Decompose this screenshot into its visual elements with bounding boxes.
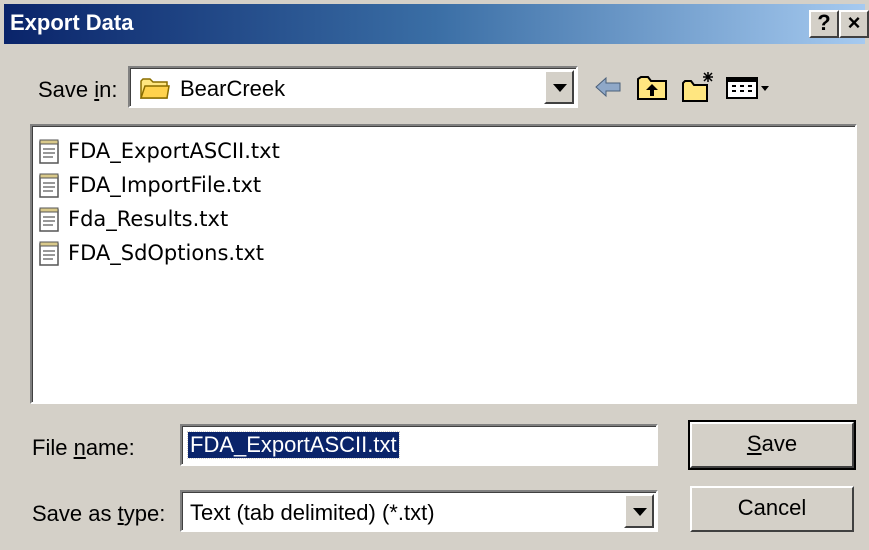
- file-name-value: FDA_ExportASCII.txt: [187, 431, 400, 459]
- save-button[interactable]: Save: [688, 420, 856, 470]
- help-button[interactable]: ?: [809, 10, 839, 38]
- text-file-icon: [39, 207, 59, 232]
- views-menu-icon[interactable]: [724, 70, 774, 104]
- title-bar[interactable]: Export Data ? ×: [4, 4, 869, 44]
- dialog-title: Export Data: [10, 10, 134, 35]
- file-name: FDA_SdOptions.txt: [68, 241, 265, 265]
- export-data-dialog: Export Data ? × Save in: BearCreek FDA_E…: [0, 0, 869, 550]
- chevron-down-icon[interactable]: [544, 70, 574, 104]
- text-file-icon: [39, 173, 59, 198]
- file-name-input[interactable]: FDA_ExportASCII.txt: [180, 424, 658, 466]
- file-list[interactable]: FDA_ExportASCII.txt FDA_ImportFile.txt F…: [30, 124, 857, 404]
- cancel-button[interactable]: Cancel: [690, 486, 854, 532]
- save-as-type-label: Save as type:: [32, 501, 166, 526]
- save-as-type-dropdown[interactable]: Text (tab delimited) (*.txt): [180, 490, 658, 532]
- text-file-icon: [39, 241, 59, 266]
- close-button[interactable]: ×: [839, 10, 869, 38]
- save-as-type-value: Text (tab delimited) (*.txt): [190, 500, 435, 525]
- save-in-value: BearCreek: [180, 76, 286, 101]
- back-icon[interactable]: [590, 70, 626, 104]
- chevron-down-icon[interactable]: [624, 494, 654, 528]
- text-file-icon: [39, 139, 59, 164]
- file-name-label: File name:: [32, 435, 135, 460]
- save-in-label: Save in:: [38, 77, 118, 102]
- file-name: FDA_ImportFile.txt: [68, 173, 262, 197]
- folder-icon: [140, 78, 170, 99]
- file-name: Fda_Results.txt: [68, 207, 229, 231]
- save-in-dropdown[interactable]: BearCreek: [128, 66, 578, 108]
- up-folder-icon[interactable]: [634, 70, 670, 104]
- file-name: FDA_ExportASCII.txt: [68, 139, 280, 163]
- new-folder-icon[interactable]: [680, 70, 716, 104]
